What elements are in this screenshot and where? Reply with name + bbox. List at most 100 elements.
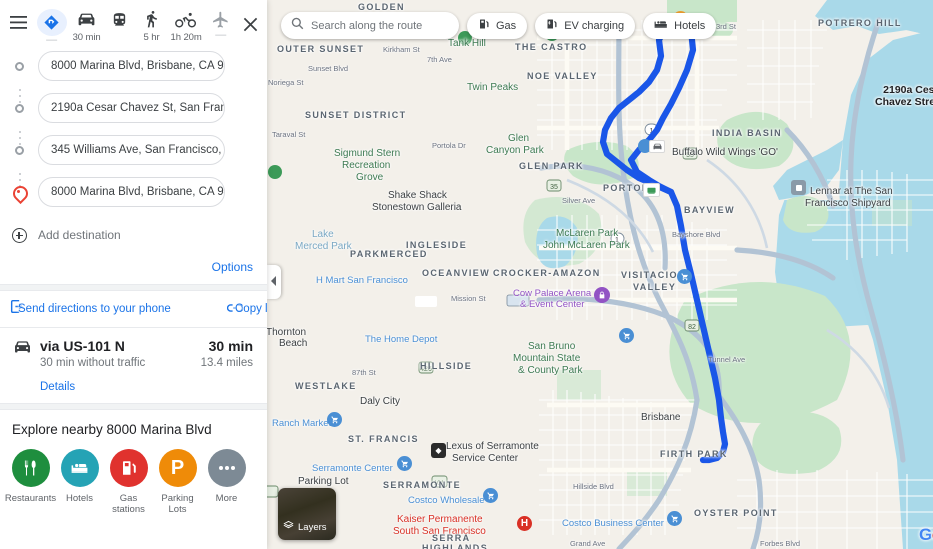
poi-shipyard-icon[interactable] — [791, 180, 806, 195]
explore-more[interactable]: More — [202, 449, 251, 515]
explore-restaurants[interactable]: Restaurants — [4, 449, 57, 515]
search-along-route-input[interactable]: Search along the route — [281, 12, 459, 39]
route-summary-card[interactable]: via US-101 N 30 min without traffic 30 m… — [0, 328, 267, 403]
waypoint-1-input[interactable]: 2190a Cesar Chavez St, San Francisco, CA — [38, 93, 225, 123]
poi-buffalo-wild-wings-icon[interactable] — [649, 140, 665, 153]
stop-row-origin: 8000 Marina Blvd, Brisbane, CA 94005 — [0, 50, 267, 82]
route-subtitle: 30 min without traffic — [40, 357, 146, 369]
add-destination-label: Add destination — [38, 228, 121, 242]
poi-costco-icon[interactable] — [483, 488, 498, 503]
poi-lexus-icon[interactable]: ◆ — [431, 443, 446, 458]
stop-row-waypoint-2: 345 Williams Ave, San Francisco, CA 9412 — [0, 134, 267, 166]
svg-text:82: 82 — [688, 324, 696, 331]
layers-icon — [283, 518, 294, 536]
explore-parking-label: Parking Lots — [161, 493, 194, 515]
restaurant-icon — [11, 449, 50, 487]
waypoint-cesar-chavez[interactable]: 2190a CesarChavez Street — [875, 84, 933, 108]
ev-charging-icon — [546, 17, 558, 35]
flight-icon — [208, 9, 234, 31]
directions-panel: — 30 min 5 hr 1h 20m — 8000 Marina Blvd,… — [0, 0, 267, 549]
explore-more-label: More — [215, 493, 238, 504]
send-to-phone-button[interactable]: Send directions to your phone — [10, 299, 171, 319]
explore-categories: Restaurants Hotels Gas stations P Parkin… — [0, 449, 267, 515]
mode-flights-label: — — [215, 29, 227, 41]
map-chip-gas[interactable]: Gas — [467, 12, 528, 39]
explore-heading: Explore nearby 8000 Marina Blvd — [12, 422, 212, 437]
send-to-phone-label: Send directions to your phone — [18, 303, 171, 315]
explore-gas-label: Gas stations — [112, 493, 145, 515]
stop-row-destination: 8000 Marina Blvd, Brisbane, CA 94005 — [0, 176, 267, 208]
collapse-panel-button[interactable] — [267, 265, 281, 299]
map-chip-ev-label: EV charging — [564, 19, 625, 32]
panel-divider-1 — [0, 284, 267, 291]
route-car-icon — [12, 338, 40, 360]
options-button[interactable]: Options — [212, 260, 253, 274]
mode-transit[interactable] — [107, 9, 133, 43]
google-logo: Google — [919, 525, 933, 544]
mode-best-route[interactable]: — — [36, 9, 67, 46]
directions-diamond-icon — [36, 9, 67, 36]
panel-divider-3 — [0, 403, 267, 410]
explore-hotels[interactable]: Hotels — [55, 449, 104, 515]
waypoint1-circle-icon — [0, 103, 38, 113]
options-row: Options — [0, 252, 267, 284]
map-chip-gas-label: Gas — [496, 19, 517, 32]
explore-gas[interactable]: Gas stations — [104, 449, 153, 515]
mode-walking[interactable]: 5 hr — [139, 9, 165, 43]
mode-cycling[interactable]: 1h 20m — [171, 9, 202, 43]
poi-costco-business-icon[interactable] — [667, 511, 682, 526]
copy-link-button[interactable]: Copy link — [226, 300, 267, 318]
search-icon — [291, 17, 304, 35]
map-canvas[interactable]: 35 1 1 55 82 426 101 OUTER SUNSET SUNSET… — [267, 0, 933, 549]
poi-home-depot-icon[interactable] — [619, 328, 634, 343]
close-icon[interactable] — [243, 9, 259, 39]
svg-text:1: 1 — [615, 237, 619, 244]
origin-circle-icon — [0, 61, 38, 71]
more-dots-icon — [207, 449, 246, 487]
explore-hotels-label: Hotels — [66, 493, 93, 504]
map-background: 35 1 1 55 82 426 101 — [267, 0, 933, 549]
map-chip-ev-charging[interactable]: EV charging — [535, 12, 636, 39]
route-duration: 30 min — [208, 338, 253, 354]
svg-text:426: 426 — [420, 366, 432, 373]
map-chip-hotels-label: Hotels — [674, 19, 706, 32]
search-placeholder-text: Search along the route — [311, 19, 423, 32]
poi-cow-palace-icon[interactable] — [594, 287, 610, 303]
poi-kaiser-icon[interactable]: H — [517, 516, 532, 531]
bed-icon — [654, 17, 668, 35]
hotel-icon — [60, 449, 99, 487]
map-top-controls: Search along the route Gas EV charging H… — [281, 12, 717, 39]
svg-text:35: 35 — [550, 184, 558, 191]
layers-button[interactable]: Layers — [278, 488, 336, 540]
route-title: via US-101 N — [40, 338, 125, 354]
explore-parking[interactable]: P Parking Lots — [153, 449, 202, 515]
explore-restaurants-label: Restaurants — [4, 493, 57, 504]
waypoint-cesar-chavez-label: 2190a CesarChavez Street — [875, 84, 933, 108]
chevron-left-icon — [271, 273, 277, 291]
mode-driving-label: 30 min — [72, 32, 101, 43]
send-to-phone-icon — [10, 299, 25, 319]
car-icon — [74, 9, 100, 31]
poi-serramonte-icon[interactable] — [397, 456, 412, 471]
mode-cycling-label: 1h 20m — [170, 32, 202, 43]
hamburger-menu-icon[interactable] — [10, 9, 28, 35]
mode-flights[interactable]: — — [208, 9, 234, 43]
destination-input[interactable]: 8000 Marina Blvd, Brisbane, CA 94005 — [38, 177, 225, 207]
walk-icon — [139, 9, 165, 31]
stops-list: 8000 Marina Blvd, Brisbane, CA 94005 219… — [0, 44, 267, 252]
stop-row-waypoint-1: 2190a Cesar Chavez St, San Francisco, CA — [0, 92, 267, 124]
poi-ranch-market-icon[interactable] — [327, 412, 342, 427]
poi-hmart-icon[interactable] — [677, 269, 692, 284]
waypoint-2-input[interactable]: 345 Williams Ave, San Francisco, CA 9412 — [38, 135, 225, 165]
link-icon — [226, 300, 244, 318]
map-chip-hotels[interactable]: Hotels — [643, 12, 717, 39]
parking-icon: P — [158, 449, 197, 487]
route-details-button[interactable]: Details — [40, 381, 75, 393]
origin-input[interactable]: 8000 Marina Blvd, Brisbane, CA 94005 — [38, 51, 225, 81]
destination-pin-icon — [0, 186, 38, 198]
add-destination-button[interactable]: Add destination — [0, 218, 267, 252]
mode-driving[interactable]: 30 min — [73, 9, 101, 43]
poi-shake-shack-icon[interactable] — [643, 183, 660, 197]
google-maps-app: — 30 min 5 hr 1h 20m — 8000 Marina Blvd,… — [0, 0, 933, 549]
gas-pump-icon — [478, 17, 490, 35]
